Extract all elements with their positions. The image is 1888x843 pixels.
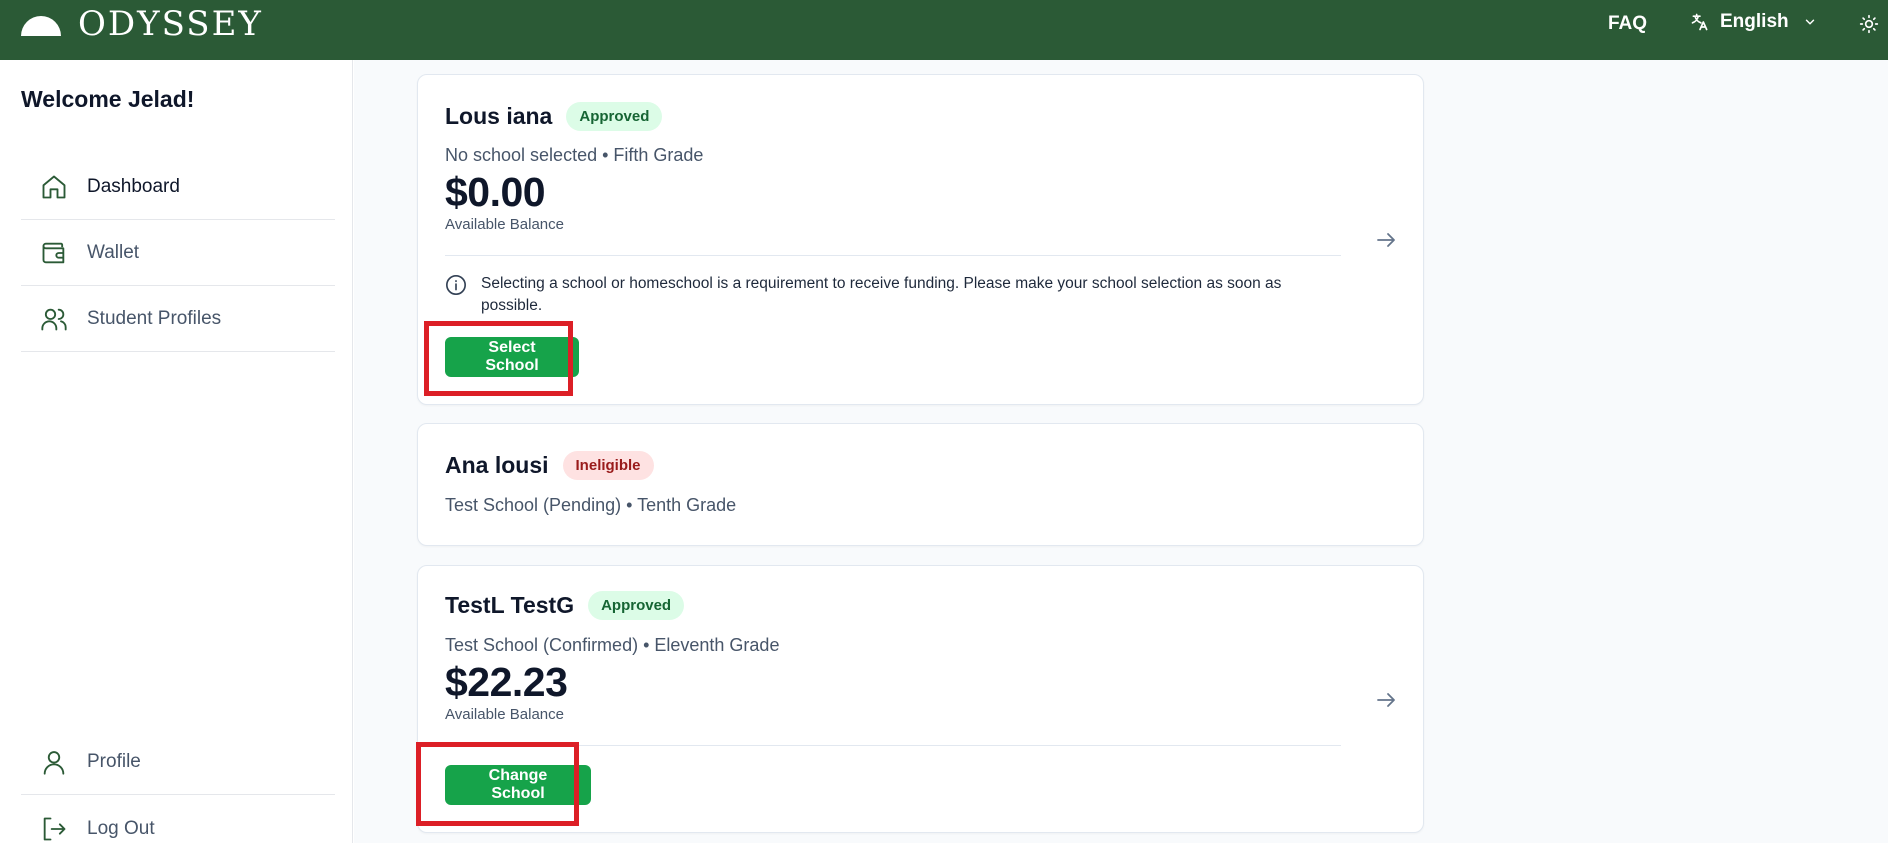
- welcome-heading: Welcome Jelad!: [21, 86, 195, 112]
- notice-text: Selecting a school or homeschool is a re…: [481, 275, 1282, 314]
- top-navbar: ODYSSEY FAQ English: [0, 0, 1888, 60]
- highlight-box: [424, 321, 573, 396]
- student-header: TestL TestG Approved: [445, 591, 685, 620]
- users-icon: [39, 304, 69, 334]
- chevron-down-icon: [1805, 19, 1814, 25]
- balance-label: Available Balance: [445, 706, 564, 723]
- faq-link[interactable]: FAQ: [1608, 13, 1647, 35]
- translate-icon: [1691, 13, 1708, 31]
- sidebar-item-student-profiles[interactable]: Student Profiles: [21, 286, 335, 352]
- student-header: Ana lousi Ineligible: [445, 451, 654, 480]
- highlight-box: [416, 742, 579, 826]
- sidebar-item-dashboard[interactable]: Dashboard: [21, 154, 335, 220]
- sidebar-item-label: Wallet: [87, 241, 140, 263]
- sidebar-item-profile[interactable]: Profile: [21, 729, 335, 795]
- student-details: No school selected • Fifth Grade: [445, 145, 704, 165]
- sidebar-item-label: Log Out: [87, 817, 155, 839]
- status-badge: Approved: [566, 102, 663, 131]
- balance-amount: $22.23: [445, 659, 568, 705]
- school-notice: Selecting a school or homeschool is a re…: [445, 273, 1325, 317]
- info-icon: [446, 275, 466, 295]
- user-icon: [39, 747, 69, 777]
- wallet-icon: [39, 238, 69, 268]
- logo-text: ODYSSEY: [78, 4, 263, 44]
- sidebar: Welcome Jelad! Dashboard Wallet Student …: [0, 60, 353, 843]
- home-icon: [39, 172, 69, 202]
- sidebar-item-label: Dashboard: [87, 175, 180, 197]
- language-label: English: [1720, 11, 1789, 32]
- divider: [445, 745, 1341, 746]
- student-details: Test School (Pending) • Tenth Grade: [445, 495, 737, 515]
- balance-label: Available Balance: [445, 216, 564, 233]
- sidebar-item-logout[interactable]: Log Out: [21, 796, 335, 843]
- arrow-right-icon[interactable]: [1374, 688, 1398, 712]
- logo-icon: [21, 16, 61, 36]
- student-header: Lous iana Approved: [445, 102, 663, 131]
- status-badge: Approved: [588, 591, 685, 620]
- main-content: Lous iana Approved No school selected • …: [354, 60, 1888, 843]
- logo[interactable]: ODYSSEY: [20, 6, 263, 42]
- sun-icon[interactable]: [1859, 14, 1879, 34]
- language-selector[interactable]: English: [1690, 11, 1817, 33]
- student-name: TestL TestG: [445, 592, 575, 618]
- divider: [445, 255, 1341, 256]
- sidebar-item-label: Student Profiles: [87, 307, 222, 329]
- student-card-ana-lousi[interactable]: Ana lousi Ineligible Test School (Pendin…: [417, 423, 1424, 546]
- logout-icon: [39, 814, 69, 843]
- student-name: Lous iana: [445, 103, 553, 129]
- student-name: Ana lousi: [445, 452, 549, 478]
- student-details: Test School (Confirmed) • Eleventh Grade: [445, 635, 780, 655]
- balance-amount: $0.00: [445, 169, 546, 215]
- sidebar-item-label: Profile: [87, 750, 141, 772]
- status-badge: Ineligible: [562, 451, 654, 480]
- sidebar-item-wallet[interactable]: Wallet: [21, 220, 335, 286]
- arrow-right-icon[interactable]: [1374, 228, 1398, 252]
